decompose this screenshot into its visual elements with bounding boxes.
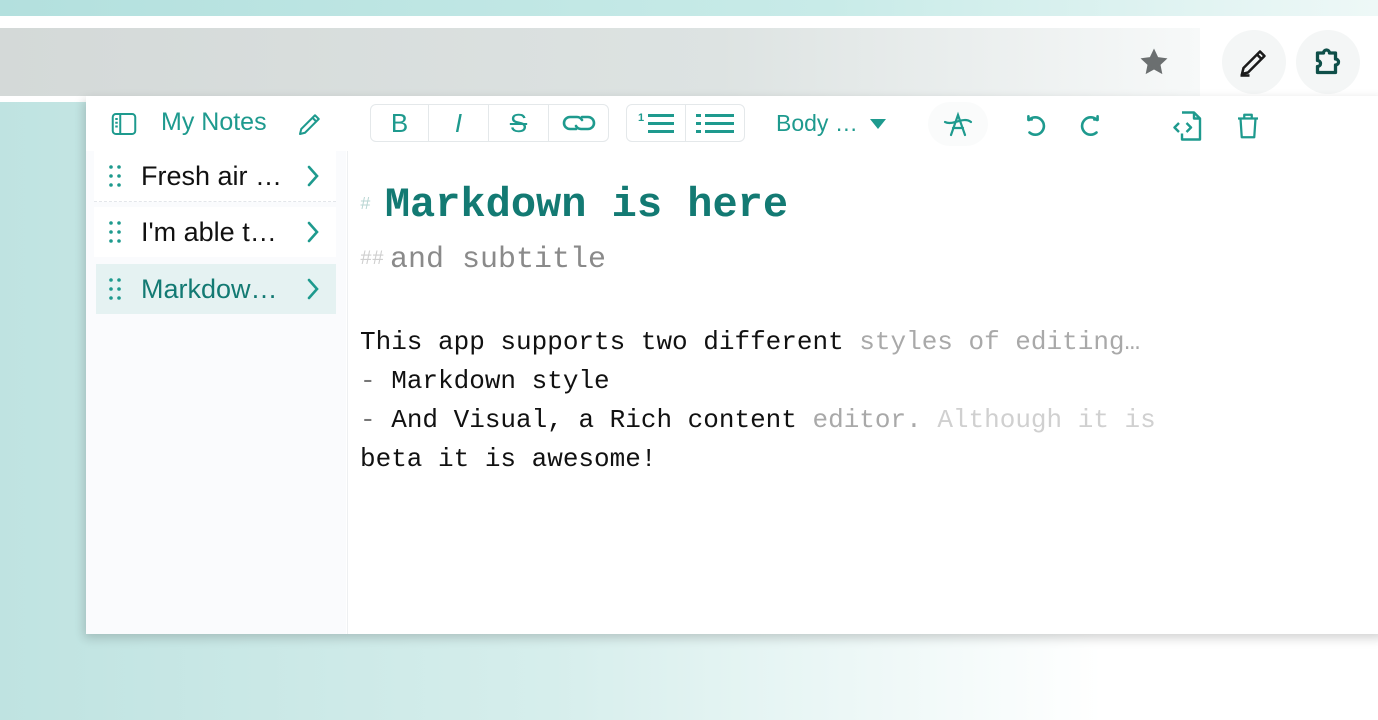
h2-text: and subtitle xyxy=(390,243,607,277)
line-text: And Visual, a Rich content xyxy=(375,405,813,435)
chevron-right-icon xyxy=(307,221,319,243)
notes-popup: My Notes B I S 1 Body … Fresh air … I'm … xyxy=(86,96,1378,634)
h1-text: Markdown is here xyxy=(384,181,789,229)
redo-icon xyxy=(1080,114,1099,136)
line-text-faded: editor. xyxy=(812,405,938,435)
redo-button[interactable] xyxy=(1072,108,1108,144)
address-bar[interactable] xyxy=(0,28,1200,96)
note-list-item-selected[interactable]: Markdow… xyxy=(96,264,336,314)
ordered-list-button[interactable]: 1 xyxy=(627,105,686,141)
editor-heading-2: ## and subtitle xyxy=(360,243,606,277)
note-title: Fresh air … xyxy=(141,160,283,191)
line-text: Markdown style xyxy=(375,366,610,396)
line-text-faded: Although it is xyxy=(937,405,1156,435)
bullet-list-button[interactable] xyxy=(686,105,744,141)
editor-line: This app supports two different styles o… xyxy=(360,323,1360,362)
editor-body: This app supports two different styles o… xyxy=(360,323,1360,479)
source-mode-button[interactable] xyxy=(1168,106,1208,146)
clear-format-icon xyxy=(943,111,973,137)
chevron-right-icon xyxy=(307,165,319,187)
extensions-button[interactable] xyxy=(1296,30,1360,94)
link-button[interactable] xyxy=(549,105,608,141)
bold-icon: B xyxy=(390,107,409,138)
sidebar-toggle-button[interactable] xyxy=(106,106,142,142)
strikethrough-icon: S xyxy=(509,107,528,138)
note-title: I'm able t… xyxy=(141,216,277,247)
editor-toolbar: My Notes B I S 1 Body … xyxy=(86,96,1378,151)
note-list-item[interactable]: Fresh air … xyxy=(94,151,336,202)
bookmark-star-button[interactable] xyxy=(1122,30,1186,94)
editor-line: beta it is awesome! xyxy=(360,440,1360,479)
pencil-icon xyxy=(1240,50,1266,77)
strikethrough-button[interactable]: S xyxy=(489,105,549,141)
bullet-list-icon xyxy=(696,114,734,133)
sidebar-toggle-icon xyxy=(111,113,137,135)
editor-heading-1: # Markdown is here xyxy=(360,181,788,229)
drag-handle-icon[interactable] xyxy=(108,277,122,301)
editor-line: - Markdown style xyxy=(360,362,1360,401)
format-group: B I S xyxy=(370,104,609,142)
note-title: Markdow… xyxy=(141,273,278,304)
notes-sidebar: Fresh air … I'm able t… Markdow… xyxy=(86,151,346,634)
caret-down-icon xyxy=(869,118,886,129)
app-title: My Notes xyxy=(161,108,267,136)
h1-marker: # xyxy=(360,194,371,215)
note-list-item[interactable]: I'm able t… xyxy=(94,207,336,257)
ordered-list-icon: 1 xyxy=(638,112,674,133)
star-icon xyxy=(1140,48,1168,75)
italic-icon: I xyxy=(454,107,463,138)
list-marker: - xyxy=(360,366,376,396)
text-style-select[interactable]: Body … xyxy=(776,110,886,137)
h2-marker: ## xyxy=(360,247,385,271)
note-editor[interactable]: # Markdown is here ## and subtitle This ap… xyxy=(347,151,1378,634)
bold-button[interactable]: B xyxy=(371,105,429,141)
text-style-value: Body … xyxy=(776,110,858,136)
clear-format-button[interactable] xyxy=(928,102,988,146)
list-marker: - xyxy=(360,405,376,435)
drag-handle-icon[interactable] xyxy=(108,220,122,244)
code-file-icon xyxy=(1173,111,1202,141)
line-text: This app supports two different xyxy=(360,327,860,357)
list-group: 1 xyxy=(626,104,745,142)
svg-text:1: 1 xyxy=(638,112,644,124)
extension-puzzle-icon xyxy=(1315,48,1341,75)
delete-note-button[interactable] xyxy=(1228,106,1268,146)
italic-button[interactable]: I xyxy=(429,105,489,141)
line-text-faded: styles of editing… xyxy=(859,327,1141,357)
link-icon xyxy=(562,115,595,131)
line-text: beta it is awesome! xyxy=(360,444,657,474)
rename-button[interactable] xyxy=(292,106,328,142)
undo-icon xyxy=(1027,114,1046,136)
chevron-right-icon xyxy=(307,278,319,300)
trash-icon xyxy=(1238,113,1258,139)
pencil-icon xyxy=(299,114,320,135)
browser-tab-strip xyxy=(0,0,1378,16)
notes-extension-button[interactable] xyxy=(1222,30,1286,94)
drag-handle-icon[interactable] xyxy=(108,164,122,188)
editor-line: - And Visual, a Rich content editor. Alt… xyxy=(360,401,1360,440)
undo-button[interactable] xyxy=(1018,108,1054,144)
